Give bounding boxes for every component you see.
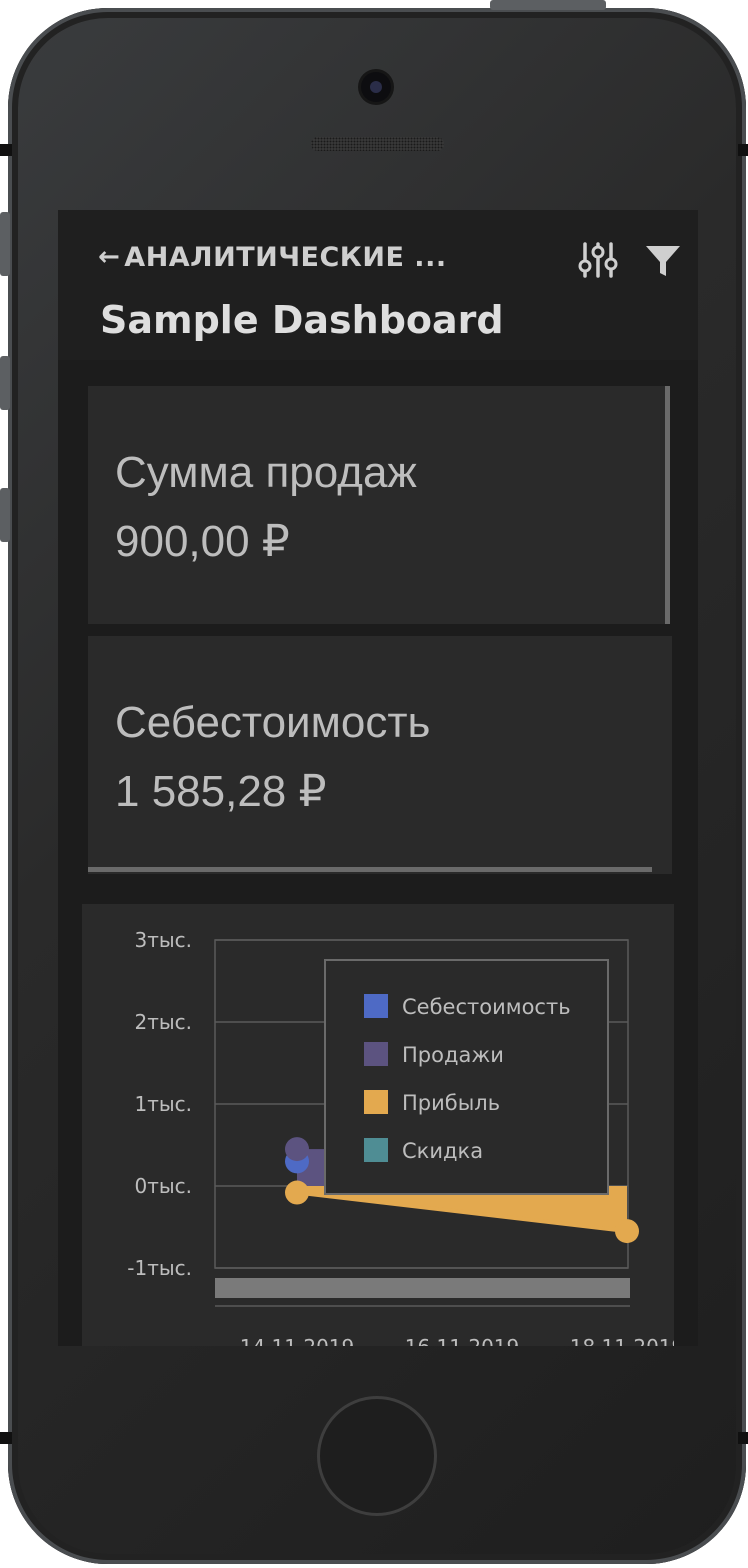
back-button[interactable]: ← АНАЛИТИЧЕСКИЕ ... [98, 240, 447, 274]
y-tick-label: 2тыс. [134, 1010, 192, 1034]
back-label: АНАЛИТИЧЕСКИЕ ... [124, 241, 447, 273]
data-point [285, 1180, 309, 1205]
x-tick-label: 16.11.2019 [405, 1335, 520, 1346]
card-scrollbar[interactable] [88, 867, 652, 872]
kpi-label: Себестоимость [115, 698, 431, 747]
legend-swatch [364, 1138, 388, 1162]
kpi-label: Сумма продаж [115, 448, 417, 497]
chart-scrollbar [215, 1278, 630, 1298]
app-screen: ← АНАЛИТИЧЕСКИЕ ... Sample Dashboard Сум… [58, 210, 698, 1346]
app-header: ← АНАЛИТИЧЕСКИЕ ... Sample Dashboard [58, 210, 698, 360]
page-title: Sample Dashboard [100, 298, 504, 342]
line-chart-card: 3тыс. 2тыс. 1тыс. 0тыс. -1тыс. 14.11.2019 16.… [82, 904, 684, 1346]
antenna-band [738, 144, 748, 156]
kpi-card-cost[interactable]: Себестоимость 1 585,28 ₽ [88, 636, 672, 874]
x-tick-label: 14.11.2019 [240, 1335, 355, 1346]
home-button[interactable] [317, 1396, 437, 1516]
earpiece-speaker [311, 137, 444, 151]
antenna-band [0, 144, 12, 156]
data-point [285, 1137, 309, 1162]
data-point [615, 1219, 639, 1244]
y-tick-label: 0тыс. [134, 1174, 192, 1198]
kpi-card-sales[interactable]: Сумма продаж 900,00 ₽ [88, 386, 670, 624]
power-button[interactable] [490, 0, 606, 10]
front-camera [361, 72, 391, 102]
y-tick-label: 1тыс. [134, 1092, 192, 1116]
y-tick-label: -1тыс. [127, 1256, 192, 1280]
legend-label: Скидка [402, 1139, 483, 1163]
sliders-icon[interactable] [578, 240, 618, 280]
volume-down-button[interactable] [0, 488, 10, 542]
antenna-band [738, 1432, 748, 1444]
line-chart: 3тыс. 2тыс. 1тыс. 0тыс. -1тыс. 14.11.2019 16.… [127, 928, 684, 1346]
legend-label: Прибыль [402, 1091, 500, 1115]
volume-up-button[interactable] [0, 356, 10, 410]
legend-swatch [364, 1090, 388, 1114]
legend-label: Себестоимость [402, 995, 571, 1019]
antenna-band [0, 1432, 12, 1444]
kpi-value: 1 585,28 ₽ [115, 767, 327, 816]
filter-icon[interactable] [643, 240, 683, 280]
mute-switch[interactable] [0, 212, 10, 276]
legend-swatch [364, 994, 388, 1018]
back-arrow-icon: ← [98, 242, 121, 272]
card-scrollbar[interactable] [665, 386, 670, 624]
kpi-value: 900,00 ₽ [115, 517, 290, 566]
legend-swatch [364, 1042, 388, 1066]
legend-label: Продажи [402, 1043, 504, 1067]
x-tick-label: 18.11.2019 [570, 1335, 674, 1346]
y-tick-label: 3тыс. [134, 928, 192, 952]
